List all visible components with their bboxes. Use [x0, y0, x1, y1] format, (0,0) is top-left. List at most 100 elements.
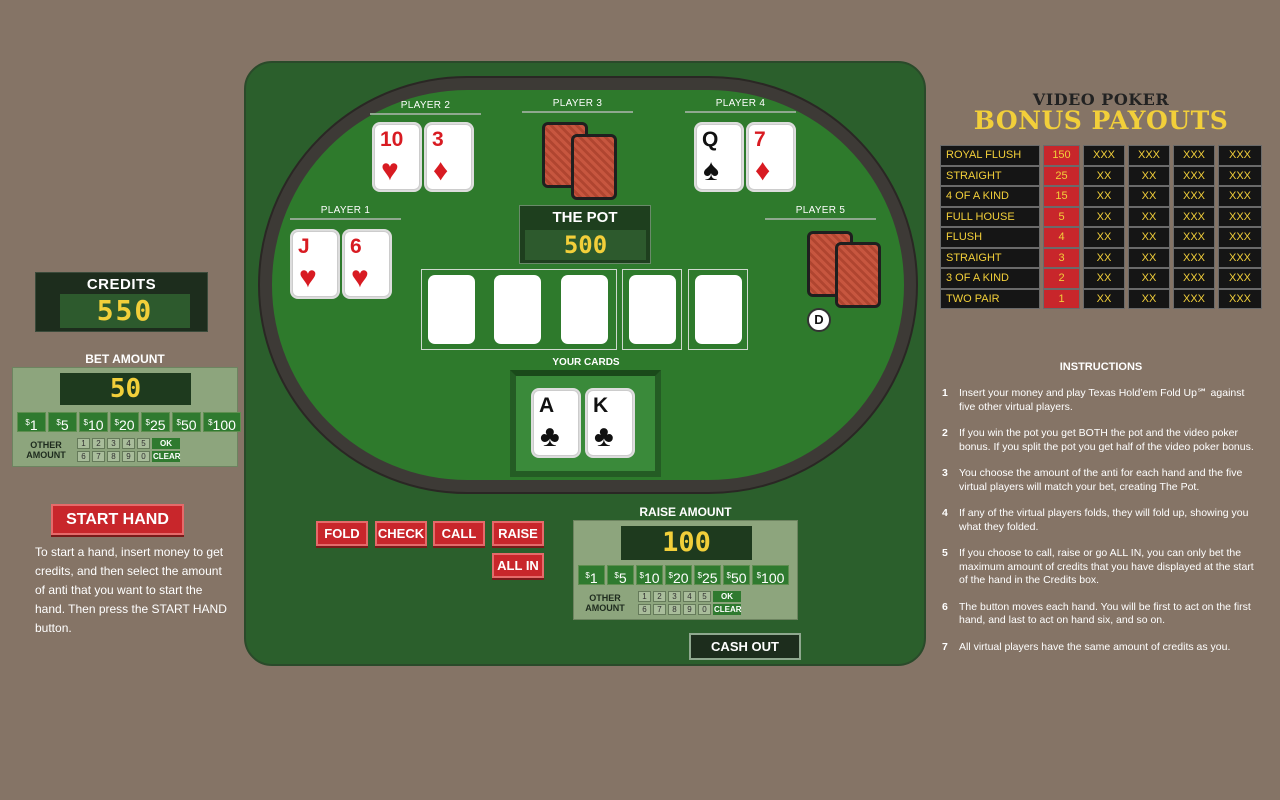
player-2-card-1: 10 ♥	[374, 124, 420, 190]
bet-key-9[interactable]: 9	[122, 451, 135, 462]
raise-key-5[interactable]: 5	[698, 591, 711, 602]
raise-key-4[interactable]: 4	[683, 591, 696, 602]
club-icon: ♣	[594, 420, 614, 453]
pot-value: 500	[525, 230, 646, 260]
community-card-3	[561, 275, 608, 344]
bet-key-7[interactable]: 7	[92, 451, 105, 462]
raise-chip-10[interactable]: $10	[636, 565, 663, 586]
raise-key-2[interactable]: 2	[653, 591, 666, 602]
community-card-1	[428, 275, 475, 344]
instruction-item: 1 Insert your money and play Texas Hold’e…	[942, 387, 1245, 413]
cash-out-button[interactable]: CASH OUT	[689, 633, 801, 660]
credits-box: CREDITS 550	[35, 272, 208, 332]
raise-amount-display: 100	[621, 526, 752, 560]
bet-amount-panel: 50 $1 $5 $10 $20 $25 $50 $100 OTHER AMOUN…	[12, 367, 241, 467]
bet-clear-button[interactable]: CLEAR	[152, 451, 181, 462]
payout-row: FULL HOUSE 5 XX XX XXX XXX	[940, 206, 1262, 227]
bet-key-8[interactable]: 8	[107, 451, 120, 462]
player-4-card-2: 7 ♦	[748, 124, 794, 190]
diamond-icon: ♦	[433, 154, 449, 187]
spade-icon: ♠	[703, 154, 719, 187]
raise-clear-button[interactable]: CLEAR	[713, 604, 742, 615]
raise-ok-button[interactable]: OK	[713, 591, 741, 602]
bet-key-0[interactable]: 0	[137, 451, 150, 462]
instruction-item: 5 If you choose to call, raise or go ALL …	[942, 547, 1254, 586]
bet-amount-display: 50	[60, 373, 191, 405]
payout-row: TWO PAIR 1 XX XX XXX XXX	[940, 288, 1262, 309]
player-1-card-2: 6 ♥	[344, 231, 390, 297]
community-card-2	[494, 275, 541, 344]
bet-chip-25[interactable]: $25	[141, 412, 170, 433]
raise-chip-50[interactable]: $50	[723, 565, 750, 586]
bet-chip-10[interactable]: $10	[79, 412, 108, 433]
bet-amount-title: BET AMOUNT	[85, 352, 165, 366]
bet-key-1[interactable]: 1	[77, 438, 90, 449]
check-button[interactable]: CHECK	[375, 521, 427, 546]
call-button[interactable]: CALL	[433, 521, 485, 546]
raise-key-0[interactable]: 0	[698, 604, 711, 615]
bet-chip-100[interactable]: $100	[203, 412, 241, 433]
heart-icon: ♥	[299, 261, 317, 294]
player-5-card-back-2	[835, 242, 881, 308]
raise-chip-20[interactable]: $20	[665, 565, 692, 586]
payout-row: ROYAL FLUSH 150 XXX XXX XXX XXX	[940, 145, 1262, 166]
diamond-icon: ♦	[755, 154, 771, 187]
payout-row: STRAIGHT FLUSH 25 XX XX XXX XXX	[940, 165, 1262, 201]
bet-keypad: 1 2 3 4 5 OK 6 7 8 9 0 CLEAR	[77, 438, 181, 462]
player-3-card-back-2	[571, 134, 617, 200]
instructions-list: 1 Insert your money and play Texas Hold’e…	[942, 387, 1258, 654]
raise-chip-5[interactable]: $5	[607, 565, 634, 586]
raise-chip-row: $1 $5 $10 $20 $25 $50 $100	[578, 565, 789, 586]
raise-key-6[interactable]: 6	[638, 604, 651, 615]
community-card-5	[695, 275, 742, 344]
instruction-item: 4 If any of the virtual players folds, th…	[942, 507, 1249, 533]
raise-key-3[interactable]: 3	[668, 591, 681, 602]
player-3-label: PLAYER 3	[522, 98, 633, 113]
raise-amount-panel: 100 $1 $5 $10 $20 $25 $50 $100 OTHER AMOU…	[573, 520, 798, 620]
bet-key-3[interactable]: 3	[107, 438, 120, 449]
raise-amount-title: RAISE AMOUNT	[639, 505, 732, 519]
start-hand-help: To start a hand, insert money to get cre…	[35, 545, 227, 635]
bet-chip-row: $1 $5 $10 $20 $25 $50 $100	[17, 412, 241, 433]
player-4-label: PLAYER 4	[685, 98, 796, 113]
bet-other-amount-label: OTHER AMOUNT	[26, 440, 66, 460]
player-1-card-1: J ♥	[292, 231, 338, 297]
community-card-4	[629, 275, 676, 344]
raise-button[interactable]: RAISE	[492, 521, 544, 546]
bet-chip-5[interactable]: $5	[48, 412, 77, 433]
your-card-2: K ♣	[587, 390, 633, 456]
start-hand-button[interactable]: START HAND	[51, 504, 184, 535]
heart-icon: ♥	[381, 154, 399, 187]
bet-key-4[interactable]: 4	[122, 438, 135, 449]
bet-key-6[interactable]: 6	[77, 451, 90, 462]
pot-box: THE POT 500	[519, 205, 651, 264]
fold-button[interactable]: FOLD	[316, 521, 368, 546]
raise-chip-1[interactable]: $1	[578, 565, 605, 586]
raise-key-9[interactable]: 9	[683, 604, 696, 615]
raise-key-8[interactable]: 8	[668, 604, 681, 615]
your-card-1: A ♣	[533, 390, 579, 456]
raise-other-amount-label: OTHER AMOUNT	[585, 593, 625, 613]
raise-key-1[interactable]: 1	[638, 591, 651, 602]
club-icon: ♣	[540, 420, 560, 453]
player-2-card-2: 3 ♦	[426, 124, 472, 190]
raise-chip-25[interactable]: $25	[694, 565, 721, 586]
instruction-item: 7 All virtual players have the same amoun…	[942, 640, 1231, 653]
instruction-item: 2 If you win the pot you get BOTH the pot…	[942, 427, 1254, 453]
credits-value: 550	[60, 294, 190, 328]
bet-key-2[interactable]: 2	[92, 438, 105, 449]
bet-chip-20[interactable]: $20	[110, 412, 139, 433]
raise-key-7[interactable]: 7	[653, 604, 666, 615]
all-in-button[interactable]: ALL IN	[492, 553, 544, 578]
payout-row: FLUSH 4 XX XX XXX XXX	[940, 227, 1262, 248]
bet-key-5[interactable]: 5	[137, 438, 150, 449]
bet-chip-50[interactable]: $50	[172, 412, 201, 433]
heart-icon: ♥	[351, 261, 369, 294]
bet-chip-1[interactable]: $1	[17, 412, 46, 433]
bet-ok-button[interactable]: OK	[152, 438, 180, 449]
instructions-title: INSTRUCTIONS	[1059, 361, 1143, 373]
credits-title: CREDITS	[86, 276, 157, 293]
payout-row: 3 OF A KIND 2 XX XX XXX XXX	[940, 268, 1262, 289]
raise-keypad: 1 2 3 4 5 OK 6 7 8 9 0 CLEAR	[638, 591, 742, 615]
raise-chip-100[interactable]: $100	[752, 565, 789, 586]
